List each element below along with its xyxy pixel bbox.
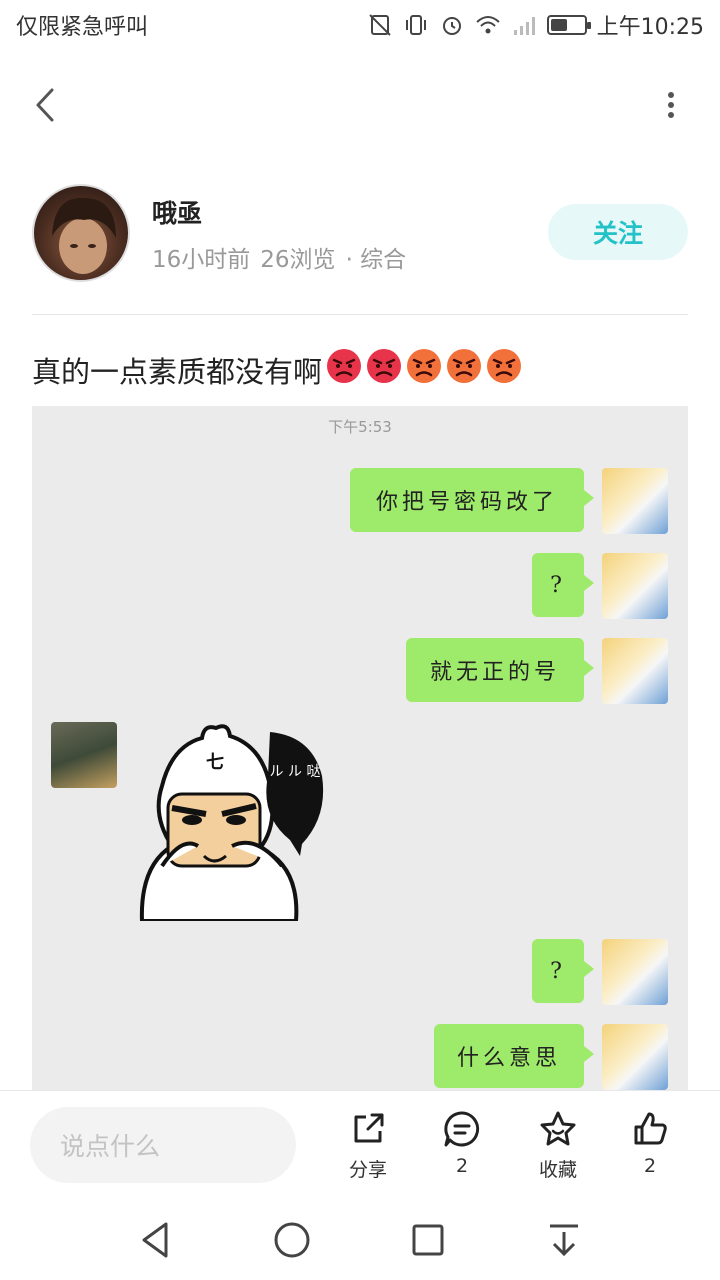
comment-count: 2 <box>455 1155 469 1177</box>
chat-bubble: ? <box>532 553 594 617</box>
chat-bubble: 就无正的号 <box>406 638 594 702</box>
post-category: · 综合 <box>345 247 407 273</box>
thumbs-up-icon <box>634 1112 667 1145</box>
divider <box>32 314 688 315</box>
comment-input[interactable]: 说点什么 <box>30 1107 296 1183</box>
chat-avatar <box>602 638 668 704</box>
angry-emoji-row <box>322 348 522 391</box>
like-count: 2 <box>643 1155 657 1177</box>
system-nav-bar <box>0 1200 720 1280</box>
chat-avatar <box>602 1024 668 1090</box>
star-icon <box>540 1111 576 1146</box>
share-button[interactable]: 分享 <box>328 1109 408 1189</box>
author-name[interactable]: 哦亟 <box>152 194 202 230</box>
alarm-icon <box>442 17 461 35</box>
post-image[interactable]: 下午5:53 你把号密码改了 ? 就无正的号 ル ル 哒 七 ? 什么意思 <box>32 406 688 1090</box>
angry-face-icon <box>327 349 362 383</box>
chat-avatar <box>602 468 668 534</box>
home-circle-icon[interactable] <box>268 1216 316 1264</box>
post-title-row: 真的一点素质都没有啊 <box>32 348 522 391</box>
comment-button[interactable]: 2 <box>422 1109 502 1189</box>
chat-avatar <box>602 553 668 619</box>
battery-icon <box>546 15 591 35</box>
bottom-action-bar: 说点什么 分享 2 收藏 2 <box>0 1090 720 1200</box>
angry-face-icon <box>447 349 482 383</box>
sticker-badge: 七 <box>206 752 224 773</box>
chat-bubble: 什么意思 <box>434 1024 594 1088</box>
angry-face-icon <box>367 349 402 383</box>
no-sim-icon <box>368 14 391 36</box>
author-meta: 16小时前 26浏览 · 综合 <box>152 240 406 274</box>
chat-bubble: 你把号密码改了 <box>350 468 594 532</box>
status-time: 上午10:25 <box>596 15 704 40</box>
follow-button[interactable]: 关注 <box>548 204 688 260</box>
favorite-label: 收藏 <box>538 1159 577 1181</box>
avatar[interactable] <box>32 184 130 282</box>
notification-pull-icon[interactable] <box>540 1216 588 1264</box>
more-vertical-icon[interactable] <box>656 82 686 128</box>
back-triangle-icon[interactable] <box>132 1216 180 1264</box>
share-icon <box>354 1113 384 1143</box>
signal-icon <box>513 17 535 35</box>
like-button[interactable]: 2 <box>610 1109 690 1189</box>
chat-time: 下午5:53 <box>328 418 392 436</box>
favorite-button[interactable]: 收藏 <box>518 1109 598 1189</box>
post-time: 16小时前 <box>152 247 251 273</box>
angry-face-icon <box>487 349 522 383</box>
sticker-image: ル ル 哒 七 <box>139 724 324 921</box>
vibrate-icon <box>405 15 426 35</box>
carrier-status: 仅限紧急呼叫 <box>16 15 149 40</box>
share-label: 分享 <box>348 1159 387 1181</box>
chat-avatar-other <box>51 722 117 788</box>
top-nav <box>0 70 720 140</box>
author-row: 哦亟 16小时前 26浏览 · 综合 关注 <box>32 184 688 284</box>
chevron-left-icon[interactable] <box>24 82 70 128</box>
chat-bubble: ? <box>532 939 594 1003</box>
status-bar: 仅限紧急呼叫 上午10:25 <box>0 0 720 50</box>
recents-square-icon[interactable] <box>404 1216 452 1264</box>
chat-avatar <box>602 939 668 1005</box>
view-count: 26浏览 <box>260 247 336 273</box>
sticker-text: ル ル 哒 <box>270 763 321 780</box>
angry-face-icon <box>407 349 442 383</box>
wifi-icon <box>475 16 500 34</box>
comment-icon <box>444 1111 480 1147</box>
post-title: 真的一点素质都没有啊 <box>32 354 323 389</box>
